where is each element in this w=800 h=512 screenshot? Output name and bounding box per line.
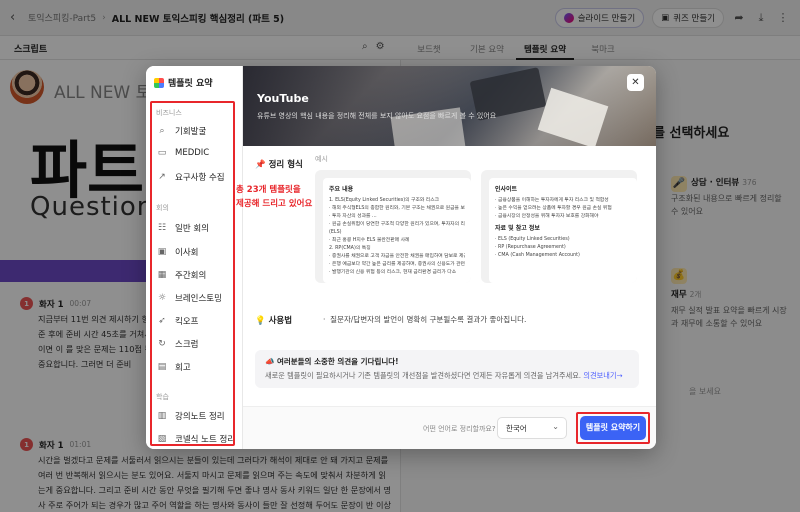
feedback-title: 📣 여러분들의 소중한 의견을 기다립니다! xyxy=(265,357,399,366)
sample-heading: 자료 및 참고 정보 xyxy=(495,225,540,232)
template-summary-modal: 템플릿 요약 비즈니스 ⌕ 기회발굴 ▭ MEDDIC ↗ 요구사항 수집 회의… xyxy=(146,66,656,449)
modal-footer: 어떤 언어로 정리할까요? 한국어 ⌄ 템플릿 요약하기 xyxy=(243,406,656,449)
template-description: 유튜브 영상의 핵심 내용을 정리해 전체를 보지 않아도 요점을 빠르게 볼 … xyxy=(257,112,497,120)
format-label: 📌 정리 형식 xyxy=(255,160,303,170)
sample-line: · 투자 자산의 성과를 … xyxy=(329,214,377,219)
sample-heading: 인사이트 xyxy=(495,186,518,193)
template-sidebar: 템플릿 요약 비즈니스 ⌕ 기회발굴 ▭ MEDDIC ↗ 요구사항 수집 회의… xyxy=(146,66,243,449)
send-feedback-link[interactable]: 의견보내기→ xyxy=(583,371,622,380)
sample-line: · 금융시장의 안정성을 위해 투자자 보호를 강화해야 xyxy=(495,214,599,219)
modal-title-label: 템플릿 요약 xyxy=(168,79,213,89)
lightbulb-icon: 💡 xyxy=(255,316,266,326)
sample-line: · 금융상품을 이해하는 투자자에게 투자 리스크 및 적합성 xyxy=(495,198,609,203)
annotation-line: 제공해 드리고 있어요 xyxy=(236,199,313,209)
sample-line: · CMA (Cash Management Account) xyxy=(495,253,580,258)
usage-text: · 질문자/답변자의 발언이 명확히 구분될수록 결과가 좋아집니다. xyxy=(323,315,527,324)
sample-heading: 주요 내용 xyxy=(329,186,354,193)
sample-document: 인사이트 · 금융상품을 이해하는 투자자에게 투자 리스크 및 적합성 · 높… xyxy=(489,178,637,283)
sample-line: · 발행기관의 신용 위험 등의 리스크, 현재 금리환경 금리가 다소 xyxy=(329,270,457,275)
template-banner: YouTube 유튜브 영상의 핵심 내용을 정리해 전체를 보지 않아도 요점… xyxy=(243,66,656,146)
sample-line: · ELS (Equity Linked Securities) xyxy=(495,237,570,242)
sample-line: · RP (Repurchase Agreement) xyxy=(495,245,566,250)
close-icon: ✕ xyxy=(631,77,640,88)
sample-line: (ELS) xyxy=(329,230,342,235)
highlight-box-sidebar xyxy=(150,101,235,446)
app-logo-icon xyxy=(154,77,164,88)
template-name: YouTube xyxy=(257,92,309,105)
sample-line: · 은행 예금보다 약간 높은 금리를 제공하며, 증권사의 신용도가 관련 xyxy=(329,262,465,267)
chevron-down-icon: ⌄ xyxy=(552,422,559,431)
sample-line: · 증권사를 채권으로 고객 자금을 안전한 채권을 매입하여 담보로 제공 xyxy=(329,254,465,259)
feedback-box: 📣 여러분들의 소중한 의견을 기다립니다! 새로운 템플릿이 필요하시거나 기… xyxy=(255,350,639,388)
close-button[interactable]: ✕ xyxy=(627,74,644,91)
highlight-box-button xyxy=(576,412,650,444)
modal-title: 템플릿 요약 xyxy=(154,76,213,89)
megaphone-icon: 📣 xyxy=(265,357,277,366)
language-select[interactable]: 한국어 ⌄ xyxy=(497,417,567,439)
sample-line: · 높은 수익을 얻으려는 상품에 투자할 경우 원금 손실 위험 xyxy=(495,206,612,211)
banner-photo-document xyxy=(537,87,609,146)
language-value: 한국어 xyxy=(506,424,527,433)
template-detail: YouTube 유튜브 영상의 핵심 내용을 정리해 전체를 보지 않아도 요점… xyxy=(243,66,656,449)
feedback-text: 새로운 템플릿이 필요하시거나 기존 템플릿의 개선점을 발견하셨다면 언제든 … xyxy=(265,371,623,380)
sample-line: · 최근 홍콩 H지수 ELS 불완전판매 사례 xyxy=(329,238,410,243)
sample-line: 2. RP(CMA)의 특징 xyxy=(329,246,371,251)
example-label: 예시 xyxy=(315,155,328,163)
usage-label: 💡 사용법 xyxy=(255,316,293,326)
sample-line: · 원금 손실위험이 당연한 구조적 다양한 원리가 있으며, 투자자의 리스 xyxy=(329,222,465,227)
sample-line: 1. ELS(Equity Linked Securities)의 구조와 리스… xyxy=(329,198,440,203)
annotation-callout: 총 23개 템플릿을 제공해 드리고 있어요 xyxy=(236,183,312,211)
language-question: 어떤 언어로 정리할까요? xyxy=(423,425,496,433)
format-sample-main: 주요 내용 1. ELS(Equity Linked Securities)의 … xyxy=(315,170,471,283)
format-sample-insight: 인사이트 · 금융상품을 이해하는 투자자에게 투자 리스크 및 적합성 · 높… xyxy=(481,170,637,283)
pin-icon: 📌 xyxy=(255,160,266,170)
sample-document: 주요 내용 1. ELS(Equity Linked Securities)의 … xyxy=(323,178,471,283)
sample-line: · 해외 주식형ELS의 종합한 원리와, 기본 구조는 채권으로 원금을 보장… xyxy=(329,206,465,211)
annotation-line: 총 23개 템플릿을 xyxy=(236,185,301,195)
